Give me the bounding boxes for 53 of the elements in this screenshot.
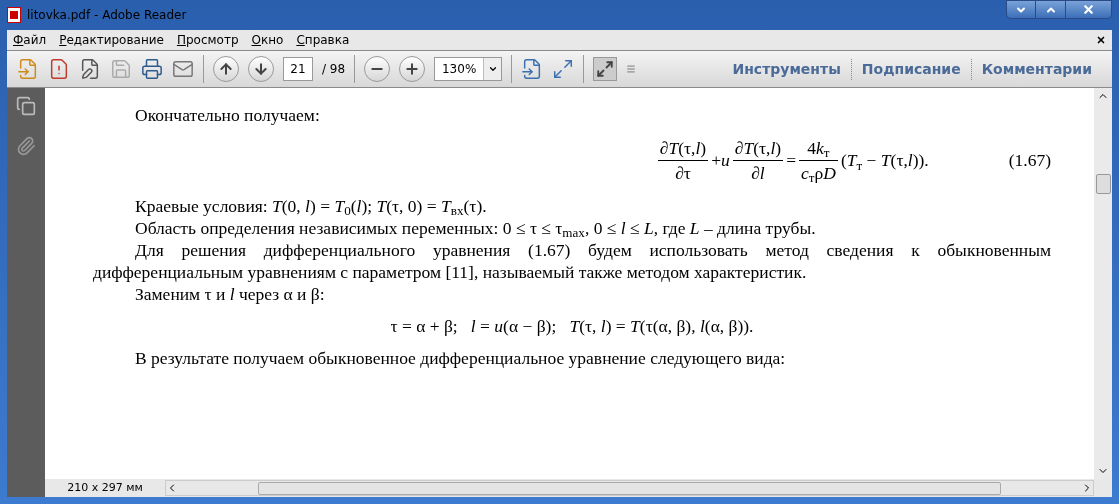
close-icon[interactable] [1096, 35, 1106, 45]
print-icon[interactable] [141, 58, 163, 80]
pdf-file-icon [7, 7, 21, 23]
formula: τ = α + β; l = u(α − β); T(τ, l) = T(τ(α, β), l(α, β)). [389, 315, 755, 337]
paperclip-icon[interactable] [16, 136, 36, 156]
fraction-numerator: ∂T(τ,l) [733, 137, 783, 160]
fraction-denominator: c$_{т}$ρD [800, 162, 837, 185]
fraction-numerator: ∂T(τ,l) [658, 137, 708, 160]
paragraph: В результате получаем обыкновенное дифференциальное уравнение следующего вида: [134, 347, 787, 369]
zoom-out-icon[interactable] [364, 56, 391, 82]
equation-term: = [786, 149, 796, 173]
panel-tab[interactable]: Подписание [850, 58, 971, 80]
scroll-thumb[interactable] [1095, 174, 1111, 194]
caret-icon [487, 64, 498, 74]
arrow-up-icon[interactable] [213, 56, 239, 82]
document-badge-icon[interactable] [48, 58, 70, 80]
zoom-in-icon[interactable] [399, 56, 426, 82]
window-title: litovka.pdf - Adobe Reader [27, 7, 187, 24]
equation-term: (T$_{т}$ − T(τ,l)). [840, 149, 929, 174]
document-arrow-icon[interactable] [17, 58, 39, 80]
menu-item[interactable]: Просмотр [176, 31, 239, 49]
mail-icon[interactable] [172, 58, 194, 80]
maximize-button[interactable] [1036, 0, 1066, 19]
menu-item[interactable]: Файл [13, 31, 47, 49]
fraction-denominator: ∂l [750, 162, 766, 185]
document-pencil-icon[interactable] [79, 58, 101, 80]
fraction-numerator: 4k$_{т}$ [806, 137, 831, 160]
pages-icon[interactable] [16, 96, 36, 116]
arrow-down-icon[interactable] [248, 56, 274, 82]
close-icon [1082, 3, 1095, 16]
menu-item[interactable]: Справка [296, 31, 350, 49]
page-total: / 98 [322, 61, 346, 78]
minimize-button[interactable] [1006, 0, 1036, 19]
equation-term: +u [711, 149, 730, 173]
fraction-denominator: ∂τ [674, 162, 692, 185]
panel-tab[interactable]: Комментарии [970, 58, 1102, 80]
horizontal-scrollbar[interactable] [165, 480, 1094, 496]
fullscreen-icon[interactable] [593, 57, 618, 81]
fit-page-icon[interactable] [552, 58, 575, 80]
paragraph: Окончательно получаем: [134, 104, 321, 126]
menu-item[interactable]: Окно [251, 31, 284, 49]
paragraph: Область определения независимых переменных: 0 ≤ τ ≤ τ$_{max}$, 0 ≤ l ≤ L, где L – длина трубы. [134, 217, 817, 239]
zoom-dropdown[interactable]: 130% [434, 57, 503, 81]
paragraph: Для решения дифференциального уравнения (1.67) будем использовать метод сведения к обыкновенным дифференциальным уравнениям с параметром [11], называемый также методом характеристик. [93, 239, 1051, 283]
paragraph: Заменим τ и l через α и β: [134, 283, 326, 305]
scroll-thumb[interactable] [258, 481, 1001, 495]
menu-item[interactable]: Редактирование [59, 31, 164, 49]
close-button[interactable] [1066, 0, 1112, 19]
panel-tab[interactable]: Инструменты [722, 58, 851, 80]
equation-number: (1.67) [1008, 149, 1051, 173]
paragraph: Краевые условия: T(0, l) = T$_{0}$(l); T(τ, 0) = T$_{вх}$(τ). [134, 195, 488, 217]
page-number-field[interactable]: 21 [283, 57, 313, 81]
page-size-label: 210 x 297 мм [66, 479, 144, 496]
